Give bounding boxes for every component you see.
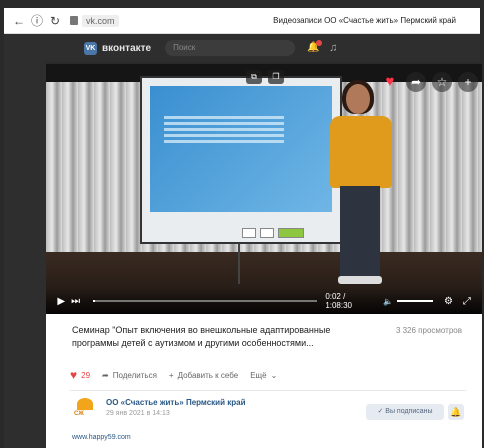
add-button[interactable]: + Добавить к себе xyxy=(169,371,238,380)
volume-icon[interactable]: 🔈 xyxy=(383,297,393,306)
slide-logo xyxy=(260,228,274,238)
notification-bell-button[interactable]: 🔔 xyxy=(448,404,464,420)
heart-icon[interactable]: ♥ xyxy=(380,72,400,92)
heart-icon: ♥ xyxy=(70,368,78,382)
info-icon[interactable]: ⓘ xyxy=(28,12,46,29)
play-icon[interactable]: ▶ xyxy=(54,296,68,307)
website-link[interactable]: www.happy59.com xyxy=(72,434,131,441)
subscribed-button[interactable]: ✓ Вы подписаны xyxy=(366,404,444,420)
lock-icon xyxy=(70,16,78,25)
presentation-slide xyxy=(150,86,332,212)
address-bar[interactable]: vk.com xyxy=(70,14,119,27)
like-count: 29 xyxy=(81,370,91,380)
url-text: vk.com xyxy=(82,14,119,27)
vk-logo-text: вконтакте xyxy=(102,42,152,54)
video-title: Семинар "Опыт включения во внешкольные а… xyxy=(72,325,331,348)
owner-avatar[interactable]: СЖ xyxy=(74,398,96,424)
projection-screen xyxy=(140,76,342,244)
video-player[interactable]: ⧉ ❐ ♥ ➦ ☆ + ▶ ⏭ 0:02 / 1:08:30 🔈 ⚙ ⤢ xyxy=(46,64,482,314)
reload-icon[interactable]: ↻ xyxy=(46,14,64,28)
screen: ← ⓘ ↻ vk.com Видеозаписи ОО «Счастье жит… xyxy=(0,0,484,448)
star-icon[interactable]: ☆ xyxy=(432,72,452,92)
speaker xyxy=(324,78,398,298)
vk-header: VK вконтакте Поиск 🔔 ♫ xyxy=(4,34,480,62)
notification-dot xyxy=(316,40,323,46)
player-controls: ▶ ⏭ 0:02 / 1:08:30 🔈 ⚙ ⤢ xyxy=(46,288,482,314)
screen-tripod xyxy=(238,244,240,284)
owner-name[interactable]: ОО «Счастье жить» Пермский край xyxy=(106,398,246,407)
video-action-bar: ♥ 29 ➦ Поделиться + Добавить к себе Ещё … xyxy=(70,368,277,382)
page-title: Видеозаписи ОО «Счастье жить» Пермский к… xyxy=(273,16,456,25)
publish-date: 29 янв 2021 в 14:13 xyxy=(106,410,170,417)
browser-toolbar: ← ⓘ ↻ vk.com Видеозаписи ОО «Счастье жит… xyxy=(4,8,480,34)
next-icon[interactable]: ⏭ xyxy=(68,296,82,307)
divider xyxy=(70,390,466,391)
like-button[interactable]: ♥ 29 xyxy=(70,368,90,382)
bell-icon[interactable]: 🔔 xyxy=(307,40,323,54)
volume-slider[interactable] xyxy=(397,300,434,302)
vk-logo-icon: VK xyxy=(84,41,97,55)
share-icon: ➦ xyxy=(102,370,109,380)
view-count: 3 326 просмотров xyxy=(395,326,462,335)
sim-logo xyxy=(278,228,304,238)
volume-control[interactable]: 🔈 xyxy=(383,297,434,306)
settings-icon[interactable]: ⚙ xyxy=(441,296,455,307)
search-input[interactable]: Поиск xyxy=(165,40,296,56)
share-icon[interactable]: ➦ xyxy=(406,72,426,92)
plus-icon: + xyxy=(168,370,174,380)
video-overlay-top: ⧉ ❐ xyxy=(246,70,284,84)
slide-logo xyxy=(242,228,256,238)
chevron-down-icon: ⌄ xyxy=(270,370,278,380)
progress-bar[interactable] xyxy=(92,300,318,302)
music-icon[interactable]: ♫ xyxy=(329,42,337,54)
plus-icon[interactable]: + xyxy=(458,72,478,92)
fullscreen-icon[interactable]: ⤢ xyxy=(460,296,474,307)
owner-block: СЖ ОО «Счастье жить» Пермский край 29 ян… xyxy=(74,398,246,424)
video-actions: ♥ ➦ ☆ + xyxy=(380,72,478,92)
progress-fill xyxy=(92,300,95,302)
more-button[interactable]: Ещё ⌄ xyxy=(250,371,277,380)
back-arrow-icon[interactable]: ← xyxy=(10,14,28,28)
video-info-panel: Семинар "Опыт включения во внешкольные а… xyxy=(46,314,482,448)
time-display: 0:02 / 1:08:30 xyxy=(325,292,353,310)
share-button[interactable]: ➦ Поделиться xyxy=(102,371,157,380)
picture-in-picture-icon[interactable]: ⧉ xyxy=(246,70,262,84)
left-sidebar-backdrop xyxy=(4,62,46,448)
slide-text-lines xyxy=(164,116,284,156)
bookmark-icon[interactable]: ❐ xyxy=(268,70,284,84)
slide-logos xyxy=(242,228,304,238)
vk-logo[interactable]: VK вконтакте xyxy=(84,41,152,55)
